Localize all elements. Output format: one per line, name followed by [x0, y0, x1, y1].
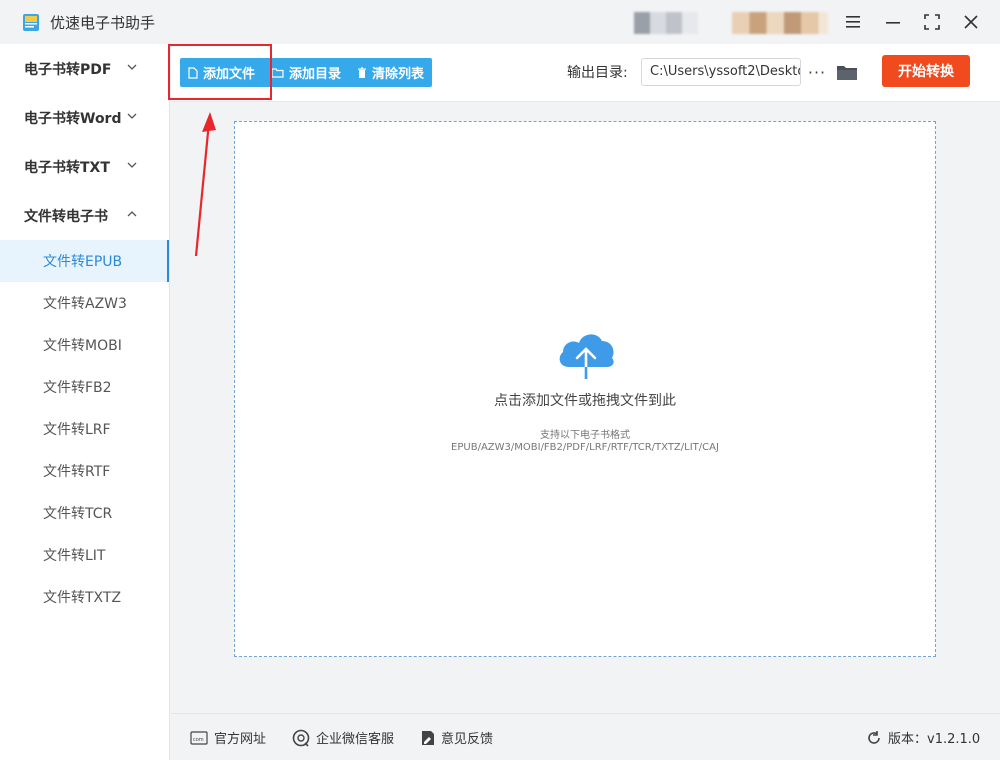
chevron-down-icon — [127, 113, 137, 119]
official-website-label: 官方网址 — [214, 732, 267, 747]
sidebar-item-tcr[interactable]: 文件转TCR — [0, 492, 169, 534]
clear-list-button[interactable]: 清除列表 — [349, 58, 432, 87]
sidebar-item-fb2[interactable]: 文件转FB2 — [0, 366, 169, 408]
clear-list-label: 清除列表 — [372, 67, 425, 82]
sidebar-item-lit[interactable]: 文件转LIT — [0, 534, 169, 576]
wechat-support-label: 企业微信客服 — [316, 732, 395, 747]
chevron-down-icon — [127, 64, 137, 70]
start-convert-button[interactable]: 开始转换 — [882, 55, 970, 87]
add-folder-label: 添加目录 — [289, 67, 342, 82]
sidebar-group-ebook-to-word[interactable]: 电子书转Word — [0, 93, 169, 142]
account-info-blurred — [634, 12, 698, 34]
sidebar-item-rtf[interactable]: 文件转RTF — [0, 450, 169, 492]
toolbar: 添加文件 添加目录 清除列表 输出目录: C:\Users\yssoft2\De… — [171, 44, 1000, 102]
more-options-button[interactable]: ··· — [807, 59, 827, 85]
chevron-up-icon — [127, 211, 137, 217]
version-label: 版本：v1.2.1.0 — [888, 732, 981, 747]
sidebar: 电子书转PDF 电子书转Word 电子书转TXT 文件转电子书 文件转EPUB … — [0, 44, 170, 760]
sidebar-item-txtz[interactable]: 文件转TXTZ — [0, 576, 169, 618]
add-folder-button[interactable]: 添加目录 — [263, 58, 349, 87]
output-directory-field[interactable]: C:\Users\yssoft2\Desktop — [641, 58, 801, 86]
folder-icon — [271, 68, 284, 78]
sidebar-group-ebook-to-pdf[interactable]: 电子书转PDF — [0, 44, 169, 93]
sidebar-item-epub[interactable]: 文件转EPUB — [0, 240, 169, 282]
sidebar-item-lrf[interactable]: 文件转LRF — [0, 408, 169, 450]
supported-formats-list: EPUB/AZW3/MOBI/FB2/PDF/LRF/RTF/TCR/TXTZ/… — [451, 442, 719, 453]
trash-icon — [358, 66, 367, 78]
output-directory-label: 输出目录: — [567, 65, 628, 81]
sidebar-group-label: 电子书转TXT — [24, 159, 110, 176]
app-logo-icon — [23, 14, 39, 31]
title-bar: 优速电子书助手 — [0, 0, 1000, 44]
feedback-link[interactable]: 意见反馈 — [421, 728, 493, 747]
avatar-blurred — [732, 12, 828, 34]
feedback-icon — [422, 730, 434, 745]
wechat-support-link[interactable]: 企业微信客服 — [292, 728, 394, 747]
chevron-down-icon — [127, 162, 137, 168]
drop-zone-title: 点击添加文件或拖拽文件到此 — [494, 393, 676, 409]
sidebar-group-label: 文件转电子书 — [24, 208, 108, 225]
menu-icon[interactable] — [838, 8, 868, 36]
sidebar-group-label: 电子书转Word — [24, 110, 122, 127]
website-icon: com — [190, 730, 208, 745]
annotation-arrow-icon — [194, 112, 216, 257]
sidebar-item-mobi[interactable]: 文件转MOBI — [0, 324, 169, 366]
open-folder-icon[interactable] — [836, 61, 858, 83]
minimize-icon[interactable] — [878, 8, 908, 36]
app-title: 优速电子书助手 — [50, 14, 156, 32]
sidebar-group-file-to-ebook[interactable]: 文件转电子书 — [0, 191, 169, 240]
official-website-link[interactable]: com 官方网址 — [190, 728, 266, 747]
supported-formats-heading: 支持以下电子书格式 — [540, 430, 630, 441]
maximize-icon[interactable] — [917, 8, 947, 36]
feedback-label: 意见反馈 — [441, 732, 494, 747]
annotation-highlight-box — [168, 44, 272, 100]
svg-text:com: com — [193, 737, 204, 743]
close-icon[interactable] — [956, 8, 986, 36]
wechat-icon — [292, 729, 310, 747]
sidebar-group-label: 电子书转PDF — [24, 61, 112, 78]
footer: com 官方网址 企业微信客服 意见反馈 版本：v1.2.1.0 — [171, 713, 1000, 760]
refresh-icon — [868, 730, 880, 744]
cloud-upload-icon — [559, 334, 614, 381]
sidebar-group-ebook-to-txt[interactable]: 电子书转TXT — [0, 142, 169, 191]
file-drop-zone[interactable]: 点击添加文件或拖拽文件到此 支持以下电子书格式 EPUB/AZW3/MOBI/F… — [234, 121, 936, 657]
sidebar-item-azw3[interactable]: 文件转AZW3 — [0, 282, 169, 324]
version-info: 版本：v1.2.1.0 — [866, 728, 980, 747]
